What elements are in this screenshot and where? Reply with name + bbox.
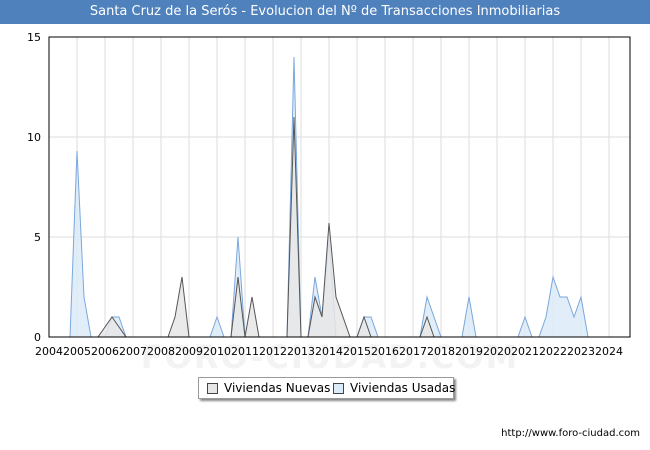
x-tick-label: 2007: [119, 345, 147, 358]
x-tick-label: 2022: [539, 345, 567, 358]
y-tick-label: 10: [27, 131, 41, 144]
chart-page: Santa Cruz de la Serós - Evolucion del N…: [0, 0, 650, 450]
legend-label-usadas: Viviendas Usadas: [350, 381, 456, 395]
x-tick-label: 2009: [175, 345, 203, 358]
x-tick-label: 2011: [231, 345, 259, 358]
x-tick-label: 2018: [427, 345, 455, 358]
legend-swatch-usadas: [333, 383, 344, 394]
legend-label-nuevas: Viviendas Nuevas: [224, 381, 331, 395]
x-tick-label: 2013: [287, 345, 315, 358]
x-tick-label: 2020: [483, 345, 511, 358]
x-tick-label: 2019: [455, 345, 483, 358]
x-tick-label: 2010: [203, 345, 231, 358]
plot-area: [49, 37, 630, 337]
x-tick-label: 2004: [35, 345, 63, 358]
x-tick-label: 2021: [511, 345, 539, 358]
x-tick-label: 2015: [343, 345, 371, 358]
x-tick-label: 2017: [399, 345, 427, 358]
x-tick-label: 2024: [595, 345, 623, 358]
x-tick-label: 2014: [315, 345, 343, 358]
y-tick-label: 0: [34, 331, 41, 344]
source-url: http://www.foro-ciudad.com: [501, 428, 640, 439]
x-tick-label: 2016: [371, 345, 399, 358]
x-tick-label: 2012: [259, 345, 287, 358]
y-tick-label: 5: [34, 231, 41, 244]
x-tick-label: 2023: [567, 345, 595, 358]
x-tick-label: 2005: [63, 345, 91, 358]
legend-swatch-nuevas: [207, 383, 218, 394]
x-tick-label: 2006: [91, 345, 119, 358]
x-tick-label: 2008: [147, 345, 175, 358]
y-tick-label: 15: [27, 31, 41, 44]
legend: Viviendas Nuevas Viviendas Usadas: [198, 377, 456, 399]
